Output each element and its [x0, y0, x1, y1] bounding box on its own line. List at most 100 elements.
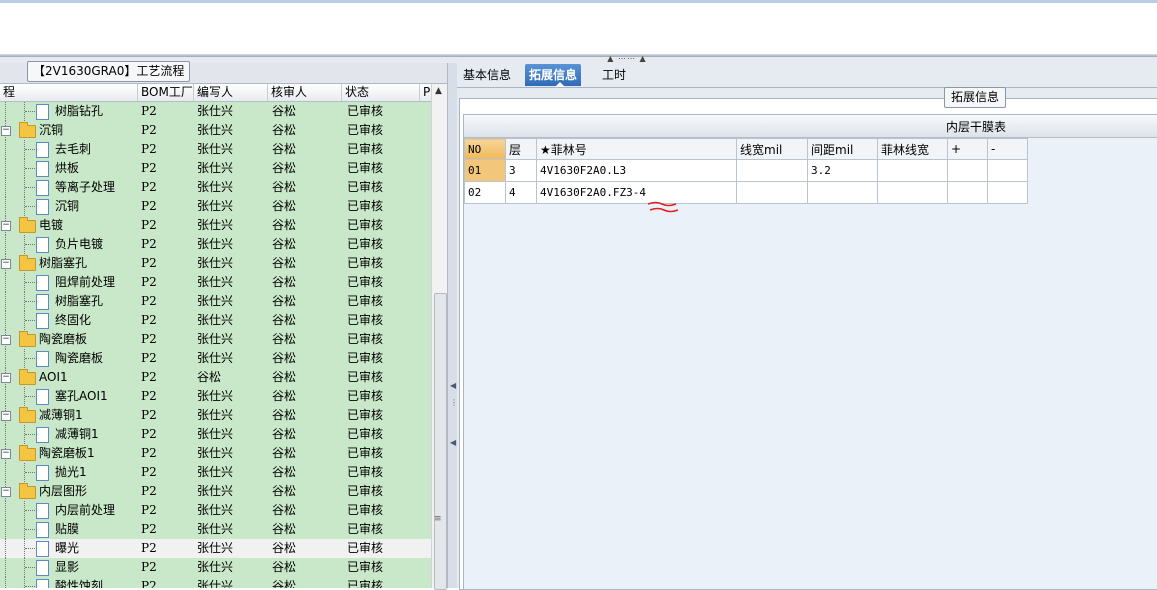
table-row[interactable]: 阻焊前处理 P2 张仕兴 谷松 已审核	[0, 273, 431, 292]
tree-node[interactable]: 塞孔AOI1	[0, 387, 138, 406]
table-row[interactable]: − 树脂塞孔 P2 张仕兴 谷松 已审核	[0, 254, 431, 273]
splitter-grip-icon[interactable]: ▲ ⋯⋯ ▲	[596, 54, 658, 63]
tree-node[interactable]: 酸性蚀刻	[0, 577, 138, 588]
th-layer[interactable]: 层	[505, 138, 537, 160]
table-row[interactable]: 减薄铜1 P2 张仕兴 谷松 已审核	[0, 425, 431, 444]
tree-node[interactable]: − 沉铜	[0, 121, 138, 140]
cell-film-line-width[interactable]	[877, 181, 948, 204]
table-row[interactable]: 贴膜 P2 张仕兴 谷松 已审核	[0, 520, 431, 539]
cell-film-no[interactable]: 4V1630F2A0.FZ3-4	[536, 181, 737, 204]
scrollbar-thumb[interactable]	[434, 293, 447, 590]
th-spacing[interactable]: 间距mil	[807, 138, 878, 160]
cell-line-width[interactable]	[736, 181, 808, 204]
table-row[interactable]: 沉铜 P2 张仕兴 谷松 已审核	[0, 197, 431, 216]
tree-node[interactable]: − 电镀	[0, 216, 138, 235]
tab-basic-info[interactable]: 基本信息	[459, 64, 515, 86]
table-row[interactable]: 塞孔AOI1 P2 张仕兴 谷松 已审核	[0, 387, 431, 406]
table-row[interactable]: 烘板 P2 张仕兴 谷松 已审核	[0, 159, 431, 178]
tree-node[interactable]: 抛光1	[0, 463, 138, 482]
tab-extended-info[interactable]: 拓展信息	[525, 64, 582, 86]
tree-node[interactable]: − 陶瓷磨板	[0, 330, 138, 349]
tree-node[interactable]: 减薄铜1	[0, 425, 138, 444]
tree-node[interactable]: 树脂塞孔	[0, 292, 138, 311]
cell-remove[interactable]	[987, 159, 1028, 182]
th-film-line-width[interactable]: 菲林线宽	[877, 138, 948, 160]
table-row[interactable]: − 电镀 P2 张仕兴 谷松 已审核	[0, 216, 431, 235]
table-row[interactable]: 曝光 P2 张仕兴 谷松 已审核	[0, 539, 431, 558]
cell-add[interactable]	[947, 159, 988, 182]
collapse-minus-icon[interactable]: −	[1, 449, 11, 459]
th-line-width[interactable]: 线宽mil	[736, 138, 808, 160]
table-row[interactable]: 终固化 P2 张仕兴 谷松 已审核	[0, 311, 431, 330]
tree-node[interactable]: 树脂钻孔	[0, 102, 138, 121]
table-row[interactable]: 酸性蚀刻 P2 张仕兴 谷松 已审核	[0, 577, 431, 588]
table-row[interactable]: 去毛刺 P2 张仕兴 谷松 已审核	[0, 140, 431, 159]
col-header-name[interactable]: 程	[0, 84, 138, 101]
cell-no[interactable]: 01	[464, 159, 506, 182]
table-row[interactable]: 抛光1 P2 张仕兴 谷松 已审核	[0, 463, 431, 482]
cell-spacing[interactable]	[807, 181, 878, 204]
vertical-scrollbar[interactable]: ▲ ≡	[431, 84, 448, 590]
cell-layer[interactable]: 3	[505, 159, 537, 182]
cell-no[interactable]: 02	[464, 181, 506, 204]
tree-node[interactable]: 终固化	[0, 311, 138, 330]
table-row[interactable]: 树脂钻孔 P2 张仕兴 谷松 已审核	[0, 102, 431, 121]
th-film-no[interactable]: ★菲林号	[536, 138, 737, 160]
tree-node[interactable]: 贴膜	[0, 520, 138, 539]
table-row[interactable]: − 减薄铜1 P2 张仕兴 谷松 已审核	[0, 406, 431, 425]
collapse-minus-icon[interactable]: −	[1, 487, 11, 497]
table-row[interactable]: 陶瓷磨板 P2 张仕兴 谷松 已审核	[0, 349, 431, 368]
table-row[interactable]: 等离子处理 P2 张仕兴 谷松 已审核	[0, 178, 431, 197]
table-row[interactable]: − AOI1 P2 谷松 谷松 已审核	[0, 368, 431, 387]
scroll-up-icon[interactable]: ▲	[435, 86, 442, 96]
tree-node[interactable]: 等离子处理	[0, 178, 138, 197]
table-row[interactable]: − 沉铜 P2 张仕兴 谷松 已审核	[0, 121, 431, 140]
table-row[interactable]: − 内层图形 P2 张仕兴 谷松 已审核	[0, 482, 431, 501]
tree-node[interactable]: 去毛刺	[0, 140, 138, 159]
col-header-author[interactable]: 编写人	[194, 84, 268, 101]
tree-node[interactable]: 陶瓷磨板	[0, 349, 138, 368]
th-add[interactable]: +	[947, 138, 988, 160]
col-header-bom[interactable]: BOM工厂	[138, 84, 194, 101]
table-row[interactable]: 显影 P2 张仕兴 谷松 已审核	[0, 558, 431, 577]
collapse-minus-icon[interactable]: −	[1, 411, 11, 421]
cell-spacing[interactable]: 3.2	[807, 159, 878, 182]
tab-labor-hours[interactable]: 工时	[598, 64, 630, 86]
tree-node[interactable]: 内层前处理	[0, 501, 138, 520]
table-row[interactable]: 01 3 4V1630F2A0.L3 3.2	[464, 159, 1028, 182]
tree-node[interactable]: 沉铜	[0, 197, 138, 216]
table-row[interactable]: 02 4 4V1630F2A0.FZ3-4	[464, 181, 1028, 204]
collapse-left-icon[interactable]: ◀	[450, 381, 456, 390]
col-header-status[interactable]: 状态	[342, 84, 420, 101]
cell-film-line-width[interactable]	[877, 159, 948, 182]
collapse-minus-icon[interactable]: −	[1, 373, 11, 383]
tree-node[interactable]: − 陶瓷磨板1	[0, 444, 138, 463]
table-row[interactable]: 负片电镀 P2 张仕兴 谷松 已审核	[0, 235, 431, 254]
collapse-minus-icon[interactable]: −	[1, 221, 11, 231]
table-row[interactable]: 内层前处理 P2 张仕兴 谷松 已审核	[0, 501, 431, 520]
table-row[interactable]: − 陶瓷磨板 P2 张仕兴 谷松 已审核	[0, 330, 431, 349]
collapse-minus-icon[interactable]: −	[1, 259, 11, 269]
tree-node[interactable]: − 内层图形	[0, 482, 138, 501]
cell-line-width[interactable]	[736, 159, 808, 182]
th-no[interactable]: NO	[464, 138, 506, 160]
collapse-minus-icon[interactable]: −	[1, 126, 11, 136]
th-remove[interactable]: -	[987, 138, 1028, 160]
col-header-extra[interactable]: P	[420, 84, 431, 101]
col-header-reviewer[interactable]: 核审人	[268, 84, 342, 101]
table-row[interactable]: 树脂塞孔 P2 张仕兴 谷松 已审核	[0, 292, 431, 311]
cell-remove[interactable]	[987, 181, 1028, 204]
tree-node[interactable]: 烘板	[0, 159, 138, 178]
cell-film-no[interactable]: 4V1630F2A0.L3	[536, 159, 737, 182]
collapse-left-icon-2[interactable]: ◀	[450, 438, 456, 447]
tree-node[interactable]: − 减薄铜1	[0, 406, 138, 425]
tree-node[interactable]: − AOI1	[0, 368, 138, 387]
tree-node[interactable]: 曝光	[0, 539, 138, 558]
table-row[interactable]: − 陶瓷磨板1 P2 张仕兴 谷松 已审核	[0, 444, 431, 463]
tree-node[interactable]: 阻焊前处理	[0, 273, 138, 292]
tree-node[interactable]: − 树脂塞孔	[0, 254, 138, 273]
cell-layer[interactable]: 4	[505, 181, 537, 204]
collapse-minus-icon[interactable]: −	[1, 335, 11, 345]
tree-node[interactable]: 负片电镀	[0, 235, 138, 254]
cell-add[interactable]	[947, 181, 988, 204]
